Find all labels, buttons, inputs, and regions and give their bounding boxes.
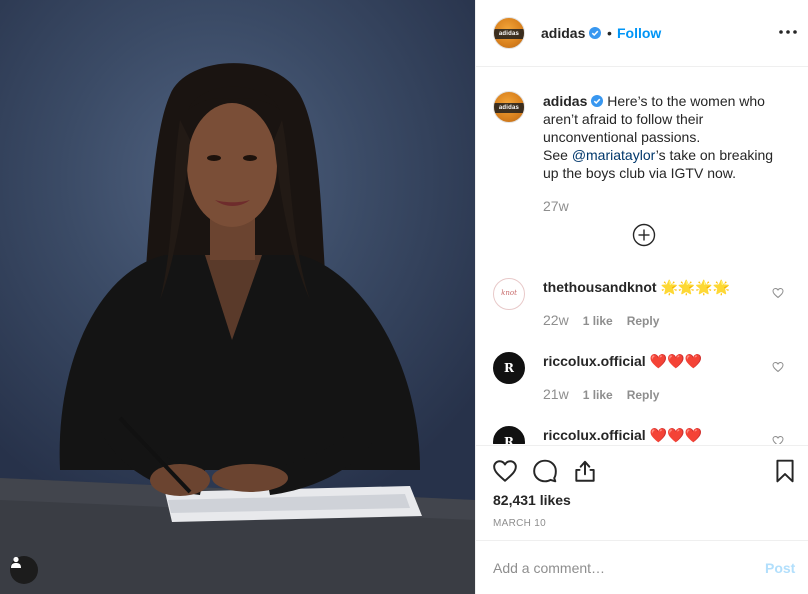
caption-age[interactable]: 27w bbox=[543, 198, 569, 214]
comment-likes[interactable]: 1 like bbox=[583, 388, 613, 402]
comment-meta: 22w 1 like Reply bbox=[543, 312, 659, 328]
post-photo[interactable] bbox=[0, 0, 475, 594]
post-side-panel: adidas adidas • Follow adidas adidas Her… bbox=[475, 0, 808, 594]
caption-text: adidas Here’s to the women who aren’t af… bbox=[543, 92, 788, 182]
author-username-text[interactable]: adidas bbox=[541, 25, 585, 41]
comment-reply-button[interactable]: Reply bbox=[627, 388, 660, 402]
commenter-avatar[interactable]: R bbox=[493, 352, 525, 384]
verified-badge-icon bbox=[589, 27, 602, 39]
author-username[interactable]: adidas bbox=[541, 25, 602, 41]
comment-bubble-icon[interactable] bbox=[532, 458, 558, 484]
comment-like-heart-icon[interactable] bbox=[772, 361, 784, 373]
comment-text: thethousandknot 🌟🌟🌟🌟 bbox=[543, 278, 788, 296]
follow-button[interactable]: Follow bbox=[617, 25, 661, 41]
share-icon[interactable] bbox=[572, 458, 598, 484]
post-comment-button[interactable]: Post bbox=[765, 560, 795, 576]
like-heart-icon[interactable] bbox=[492, 458, 518, 484]
comment-body: ❤️❤️❤️ bbox=[649, 427, 702, 443]
author-avatar[interactable]: adidas bbox=[493, 17, 525, 49]
comment-like-heart-icon[interactable] bbox=[772, 435, 784, 444]
commenter-avatar[interactable]: R bbox=[493, 426, 525, 444]
comment-like-heart-icon[interactable] bbox=[772, 287, 784, 299]
caption-username[interactable]: adidas bbox=[543, 93, 587, 109]
comment-age[interactable]: 22w bbox=[543, 312, 569, 328]
comment-body: ❤️❤️❤️ bbox=[649, 353, 702, 369]
verified-badge-icon bbox=[591, 95, 604, 107]
caption-meta: 27w bbox=[543, 198, 583, 214]
commenter-avatar-text: R bbox=[504, 361, 514, 375]
header-separator: • bbox=[607, 25, 612, 41]
load-more-comments-icon[interactable] bbox=[632, 223, 656, 247]
post-header: adidas adidas • Follow bbox=[476, 0, 808, 67]
comments-list[interactable]: adidas adidas Here’s to the women who ar… bbox=[476, 68, 808, 444]
comment-username[interactable]: riccolux.official bbox=[543, 427, 646, 443]
comment-body: 🌟🌟🌟🌟 bbox=[660, 279, 731, 295]
avatar-logo-text: adidas bbox=[498, 105, 520, 111]
avatar-logo-text: adidas bbox=[498, 31, 520, 37]
commenter-avatar-text: knot bbox=[501, 289, 517, 297]
photo-illustration bbox=[0, 63, 475, 594]
comment-reply-button[interactable]: Reply bbox=[627, 314, 660, 328]
comment-meta: 21w 1 like Reply bbox=[543, 386, 659, 402]
comment-likes[interactable]: 1 like bbox=[583, 314, 613, 328]
post-actions: 82,431 likes MARCH 10 bbox=[476, 445, 808, 540]
user-tag-icon bbox=[11, 556, 21, 568]
comment-username[interactable]: riccolux.official bbox=[543, 353, 646, 369]
comment-age[interactable]: 21w bbox=[543, 386, 569, 402]
more-options-icon[interactable] bbox=[778, 22, 798, 42]
add-comment-bar: Post bbox=[476, 540, 808, 594]
add-comment-input[interactable] bbox=[493, 557, 753, 579]
commenter-avatar-text: R bbox=[504, 435, 514, 444]
comment-text: riccolux.official ❤️❤️❤️ bbox=[543, 352, 788, 370]
caption-author-avatar[interactable]: adidas bbox=[493, 91, 525, 123]
comment-text: riccolux.official ❤️❤️❤️ bbox=[543, 426, 788, 444]
likes-count[interactable]: 82,431 likes bbox=[493, 492, 571, 508]
post-date[interactable]: MARCH 10 bbox=[493, 518, 546, 529]
mention-link[interactable]: @mariataylor bbox=[572, 147, 656, 163]
tagged-users-button[interactable] bbox=[10, 556, 38, 584]
comment-username[interactable]: thethousandknot bbox=[543, 279, 657, 295]
bookmark-icon[interactable] bbox=[772, 458, 798, 484]
caption-see: See bbox=[543, 147, 572, 163]
commenter-avatar[interactable]: knot bbox=[493, 278, 525, 310]
